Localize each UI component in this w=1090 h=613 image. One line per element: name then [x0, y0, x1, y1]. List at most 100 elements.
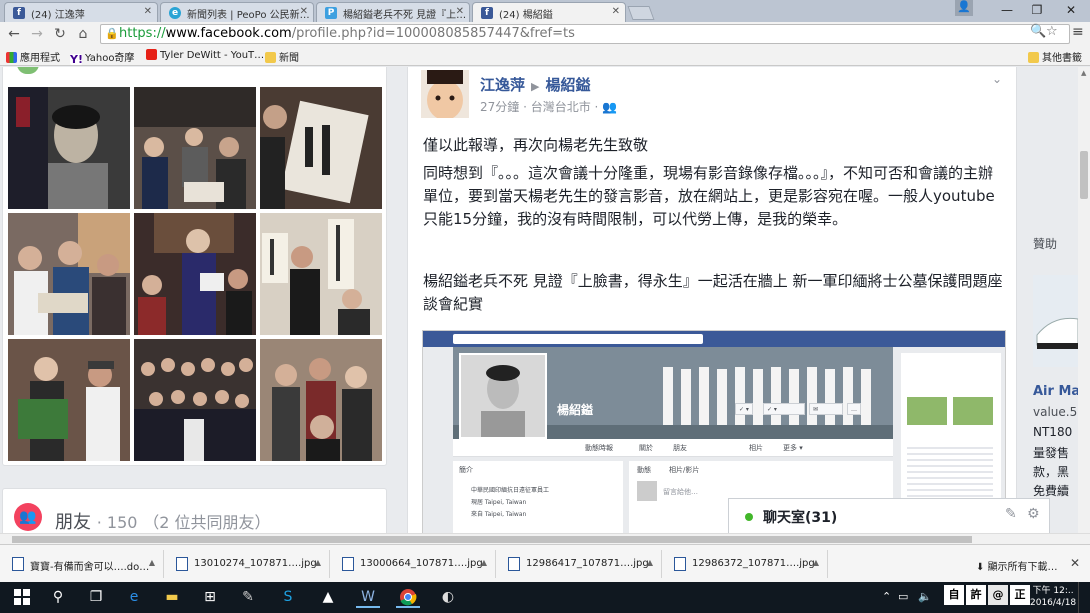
restore-button[interactable]: ❐: [1020, 0, 1054, 20]
ime-mode-button[interactable]: 自: [944, 585, 964, 605]
bookmark-star-icon[interactable]: ☆: [1046, 24, 1058, 39]
vertical-scrollbar[interactable]: ▲: [1078, 67, 1090, 533]
skype-icon[interactable]: S: [276, 586, 300, 608]
embedded-ad-text: [907, 443, 993, 503]
gear-icon[interactable]: ⚙: [1027, 506, 1040, 522]
photo-thumbnail[interactable]: [260, 213, 382, 335]
author-avatar[interactable]: [421, 70, 469, 118]
bookmark-other[interactable]: 其他書籤: [1028, 49, 1082, 64]
photo-thumbnail[interactable]: [8, 339, 130, 461]
show-desktop-button[interactable]: [1078, 582, 1090, 613]
close-window-button[interactable]: ✕: [1054, 0, 1088, 20]
close-tab-icon[interactable]: ✕: [612, 6, 620, 17]
embedded-composer-avatar: [637, 481, 657, 501]
ime-mode-button[interactable]: @: [988, 585, 1008, 605]
horizontal-scrollbar[interactable]: [0, 533, 1090, 544]
post-paragraph: 同時想到『。。。這次會議十分隆重，現場有影音錄像存檔。。。』，不知可否和會議的主…: [423, 164, 995, 228]
browser-tab-active[interactable]: f (24) 楊紹鎰 ✕: [472, 2, 626, 23]
windows-start-icon[interactable]: [10, 586, 34, 608]
post-timestamp[interactable]: 27分鐘 · 台灣台北市 ·: [480, 100, 598, 114]
chevron-up-icon[interactable]: ▲: [315, 558, 321, 567]
chevron-up-icon[interactable]: ▲: [149, 558, 155, 567]
chat-bar[interactable]: 聊天室(31) ✎ ⚙: [728, 498, 1050, 533]
address-bar[interactable]: 🔒 https://www.facebook.com/profile.php?id…: [100, 24, 1070, 44]
bookmark-apps[interactable]: 應用程式: [6, 49, 60, 64]
embedded-composer-tab: 相片/影片: [669, 466, 700, 474]
download-item[interactable]: 寶寶-有備而舍可以….do… ▲: [4, 550, 164, 578]
show-all-downloads-link[interactable]: ⬇ 顯示所有下載…: [976, 558, 1058, 573]
embedded-profile-nav: 動態時報 關於 朋友 相片 更多 ▾: [453, 439, 893, 457]
ad-image[interactable]: [1033, 275, 1078, 367]
photo-thumbnail[interactable]: [260, 339, 382, 461]
photo-thumbnail[interactable]: [260, 87, 382, 209]
close-download-shelf-icon[interactable]: ✕: [1070, 556, 1080, 570]
chevron-up-icon[interactable]: ▲: [813, 558, 819, 567]
download-item[interactable]: 13010274_107871….jpg ▲: [168, 550, 330, 578]
photo-thumbnail[interactable]: [8, 213, 130, 335]
embedded-ad-image: [953, 397, 993, 425]
sponsored-heading: 贊助: [1033, 237, 1058, 251]
embedded-intro-title: 簡介: [459, 466, 473, 474]
download-item[interactable]: 13000664_107871….jpg ▲: [334, 550, 496, 578]
zoom-icon[interactable]: 🔍: [1030, 24, 1046, 39]
close-tab-icon[interactable]: ✕: [456, 6, 464, 17]
photo-thumbnail[interactable]: [134, 339, 256, 461]
ad-title-link[interactable]: Air Ma: [1033, 384, 1078, 399]
chevron-down-icon[interactable]: ⌄: [992, 72, 1002, 86]
embedded-button: …: [847, 403, 861, 415]
embedded-composer-tab: 動態: [637, 466, 651, 474]
ime-mode-button[interactable]: 許: [966, 585, 986, 605]
bookmark-yahoo[interactable]: Y! Yahoo奇摩: [70, 49, 134, 65]
minimize-button[interactable]: —: [990, 0, 1024, 20]
author-name-link[interactable]: 江逸萍: [480, 76, 525, 94]
store-icon[interactable]: ⊞: [198, 586, 222, 608]
compose-icon[interactable]: ✎: [1005, 506, 1017, 522]
friends-heading[interactable]: 朋友 · 150 （2 位共同朋友）: [55, 508, 270, 533]
scroll-up-icon[interactable]: ▲: [1081, 69, 1086, 77]
target-name-link[interactable]: 楊紹鎰: [545, 76, 590, 94]
chevron-up-icon[interactable]: ▲: [647, 558, 653, 567]
photos-icon[interactable]: ▲: [316, 586, 340, 608]
close-tab-icon[interactable]: ✕: [300, 6, 308, 17]
reload-icon[interactable]: ↻: [50, 24, 70, 44]
download-item[interactable]: 12986417_107871….jpg ▲: [500, 550, 662, 578]
browser-tab[interactable]: P 楊紹鎰老兵不死 見證『上… ✕: [316, 2, 470, 22]
tab-title: 新聞列表 | PeoPo 公民新…: [187, 10, 310, 21]
photo-thumbnail[interactable]: [8, 87, 130, 209]
user-icon[interactable]: 👤: [955, 0, 973, 16]
forward-icon[interactable]: →: [27, 24, 47, 44]
chrome-icon[interactable]: [396, 586, 420, 608]
volume-icon[interactable]: 🔈: [918, 590, 932, 603]
word-icon[interactable]: W: [356, 586, 380, 608]
scrollbar-thumb[interactable]: [12, 536, 972, 543]
friends-audience-icon[interactable]: 👥: [602, 100, 617, 114]
new-tab-button[interactable]: [627, 6, 655, 20]
edge-browser-icon[interactable]: e: [122, 586, 146, 608]
network-icon[interactable]: ▭: [898, 590, 908, 603]
back-icon[interactable]: ←: [4, 24, 24, 44]
file-explorer-icon[interactable]: ▬: [160, 586, 184, 608]
ime-mode-button[interactable]: 正: [1010, 585, 1030, 605]
search-icon[interactable]: ⚲: [46, 586, 70, 608]
app-icon[interactable]: ✎: [236, 586, 260, 608]
bookmark-youtube[interactable]: Tyler DeWitt - YouT…: [146, 49, 264, 61]
task-view-icon[interactable]: ❐: [84, 586, 108, 608]
chevron-up-icon[interactable]: ▲: [481, 558, 487, 567]
photo-thumbnail[interactable]: [134, 213, 256, 335]
app-icon[interactable]: ◐: [436, 586, 460, 608]
download-item[interactable]: 12986372_107871….jpg ▲: [666, 550, 828, 578]
home-icon[interactable]: ⌂: [73, 24, 93, 44]
chevron-up-icon[interactable]: ⌃: [882, 590, 891, 603]
photo-thumbnail[interactable]: [134, 87, 256, 209]
bookmark-news-folder[interactable]: 新聞: [265, 49, 299, 64]
embedded-composer-placeholder: 留言給他…: [663, 488, 698, 496]
embedded-profile-picture: [459, 353, 547, 439]
embedded-nav-item: 相片: [749, 444, 763, 452]
menu-icon[interactable]: ≡: [1072, 24, 1084, 40]
browser-tab[interactable]: f (24) 江逸萍 ✕: [4, 2, 158, 22]
system-clock[interactable]: 下午 12:.. 2016/4/18: [1030, 585, 1076, 609]
browser-tab[interactable]: e 新聞列表 | PeoPo 公民新… ✕: [160, 2, 314, 22]
image-file-icon: [508, 557, 520, 571]
scrollbar-thumb[interactable]: [1080, 151, 1088, 199]
close-tab-icon[interactable]: ✕: [144, 6, 152, 17]
